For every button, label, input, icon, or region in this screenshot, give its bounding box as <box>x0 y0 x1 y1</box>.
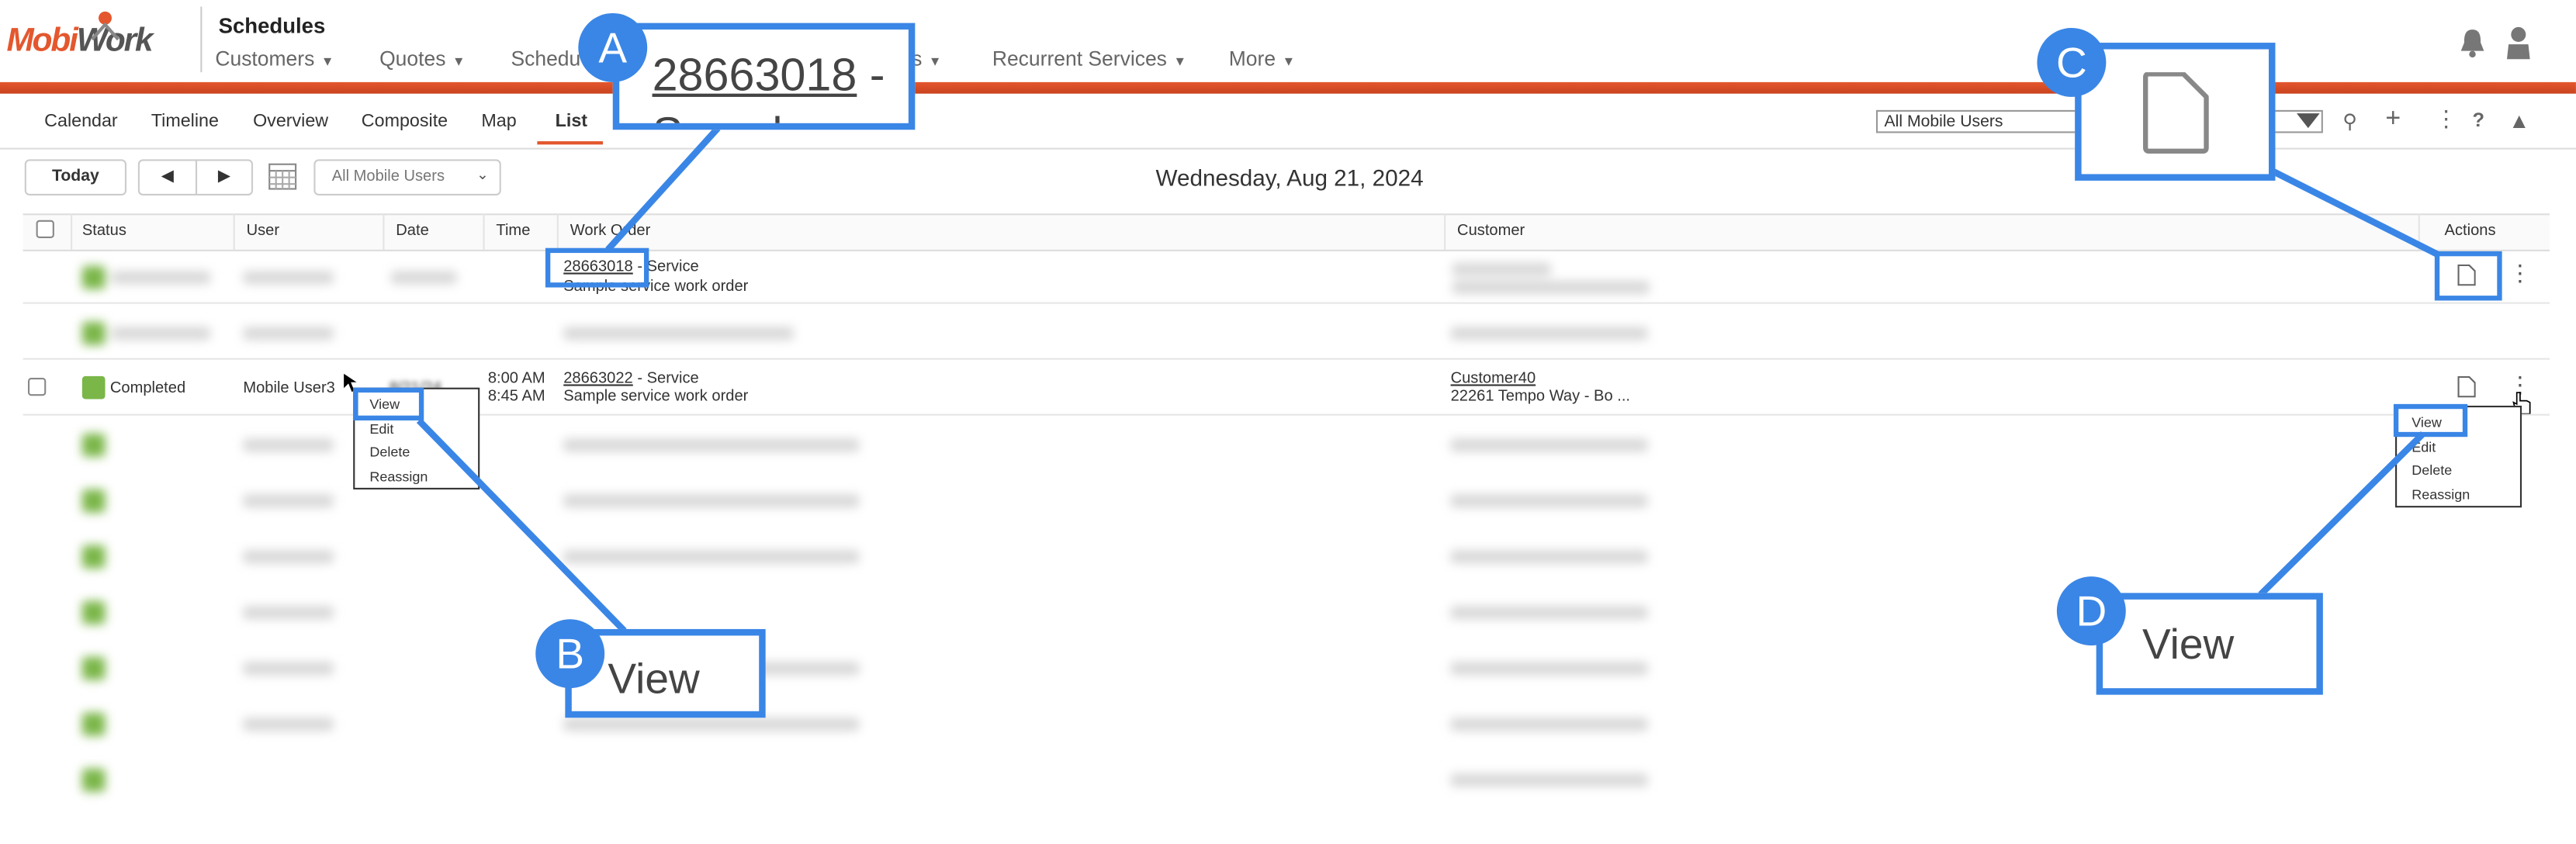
callout-a-badge: A <box>578 12 648 82</box>
callout-a-label: 28663018 - <box>653 50 885 102</box>
callout-b-badge: B <box>535 619 605 689</box>
callout-a-overflow: Sample <box>653 109 808 123</box>
callout-a-suffix: - <box>857 49 885 101</box>
callout-d-box: View <box>2096 593 2323 695</box>
callout-a-number: 28663018 <box>652 49 857 101</box>
callout-a-box: 28663018 - Sample <box>612 22 916 130</box>
callout-b-label: View <box>608 653 700 704</box>
callout-d-label: View <box>2141 619 2235 669</box>
callout-d-badge: D <box>2056 576 2126 646</box>
document-icon <box>2143 72 2209 154</box>
callout-c-badge: C <box>2037 27 2107 97</box>
